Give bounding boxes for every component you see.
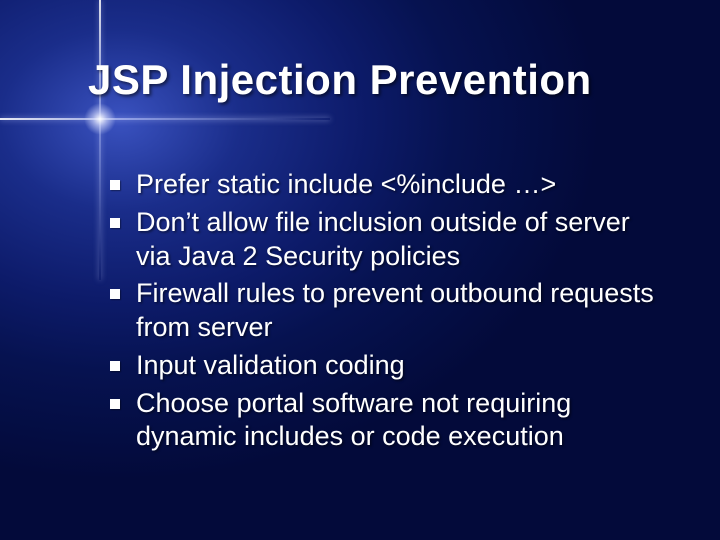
- slide-title: JSP Injection Prevention: [88, 56, 592, 104]
- list-item: Input validation coding: [110, 349, 670, 383]
- bullet-square-icon: [110, 180, 120, 190]
- bullet-text: Don’t allow file inclusion outside of se…: [136, 206, 670, 274]
- list-item: Choose portal software not requiring dyn…: [110, 387, 670, 455]
- bullet-square-icon: [110, 361, 120, 371]
- slide-body: Prefer static include <%include …> Don’t…: [110, 168, 670, 458]
- bullet-square-icon: [110, 399, 120, 409]
- list-item: Firewall rules to prevent outbound reque…: [110, 277, 670, 345]
- list-item: Prefer static include <%include …>: [110, 168, 670, 202]
- lens-flare-core: [84, 103, 116, 135]
- bullet-text: Prefer static include <%include …>: [136, 168, 670, 202]
- bullet-text: Input validation coding: [136, 349, 670, 383]
- list-item: Don’t allow file inclusion outside of se…: [110, 206, 670, 274]
- slide: JSP Injection Prevention Prefer static i…: [0, 0, 720, 540]
- bullet-square-icon: [110, 218, 120, 228]
- bullet-square-icon: [110, 289, 120, 299]
- bullet-text: Firewall rules to prevent outbound reque…: [136, 277, 670, 345]
- bullet-text: Choose portal software not requiring dyn…: [136, 387, 670, 455]
